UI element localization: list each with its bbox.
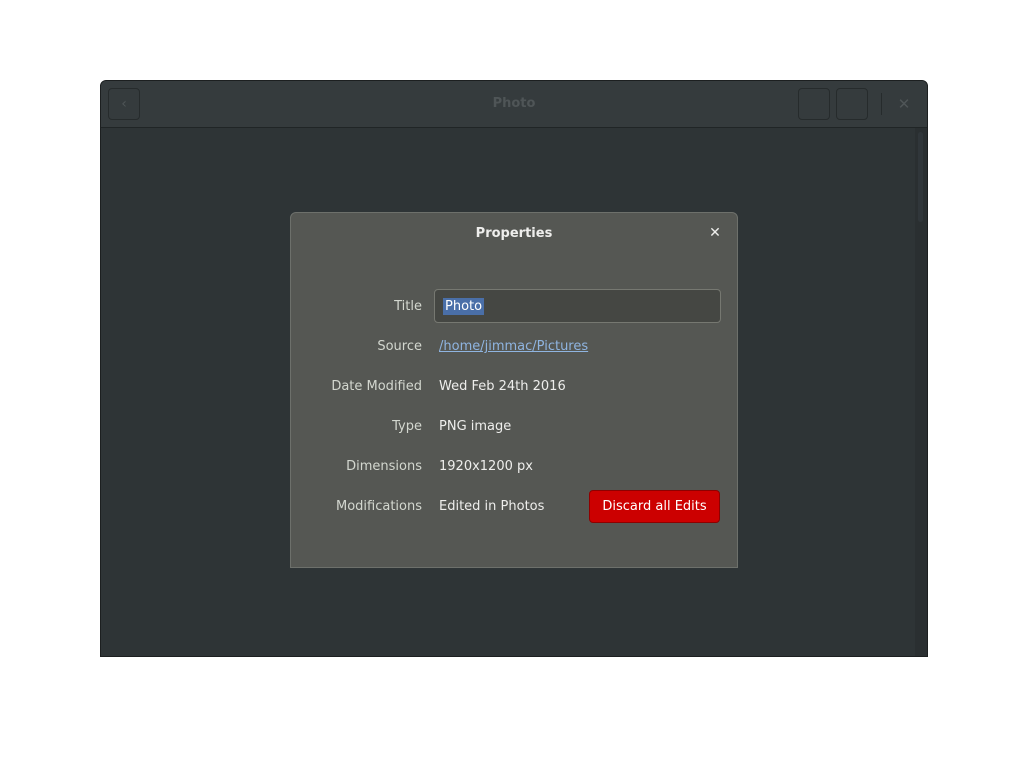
header-bar: ‹ Photo ✕ <box>101 81 927 128</box>
dimensions-value: 1920x1200 px <box>439 459 533 474</box>
properties-dialog: Properties ✕ Title Photo Source /home/ji… <box>290 212 738 568</box>
dialog-title: Properties <box>475 226 553 241</box>
scrollbar-thumb[interactable] <box>918 132 923 222</box>
dimensions-label: Dimensions <box>346 459 422 474</box>
dialog-close-button[interactable]: ✕ <box>705 223 725 243</box>
type-label: Type <box>392 419 422 434</box>
title-input[interactable]: Photo <box>434 289 721 323</box>
close-icon: ✕ <box>709 225 721 241</box>
title-input-value[interactable]: Photo <box>443 297 485 315</box>
modifications-label: Modifications <box>335 499 422 514</box>
date-modified-value: Wed Feb 24th 2016 <box>439 379 566 394</box>
discard-all-edits-button[interactable]: Discard all Edits <box>589 490 720 523</box>
scrollbar[interactable] <box>915 128 927 656</box>
source-link[interactable]: /home/jimmac/Pictures <box>439 339 588 354</box>
date-modified-label: Date Modified <box>331 379 422 394</box>
title-label: Title <box>394 299 422 314</box>
modifications-value: Edited in Photos <box>439 499 545 514</box>
header-button-1[interactable] <box>798 88 830 120</box>
source-label: Source <box>377 339 422 354</box>
window-close-button[interactable]: ✕ <box>894 94 914 114</box>
header-button-2[interactable] <box>836 88 868 120</box>
close-icon: ✕ <box>897 95 911 113</box>
header-separator <box>881 93 882 115</box>
type-value: PNG image <box>439 419 512 434</box>
